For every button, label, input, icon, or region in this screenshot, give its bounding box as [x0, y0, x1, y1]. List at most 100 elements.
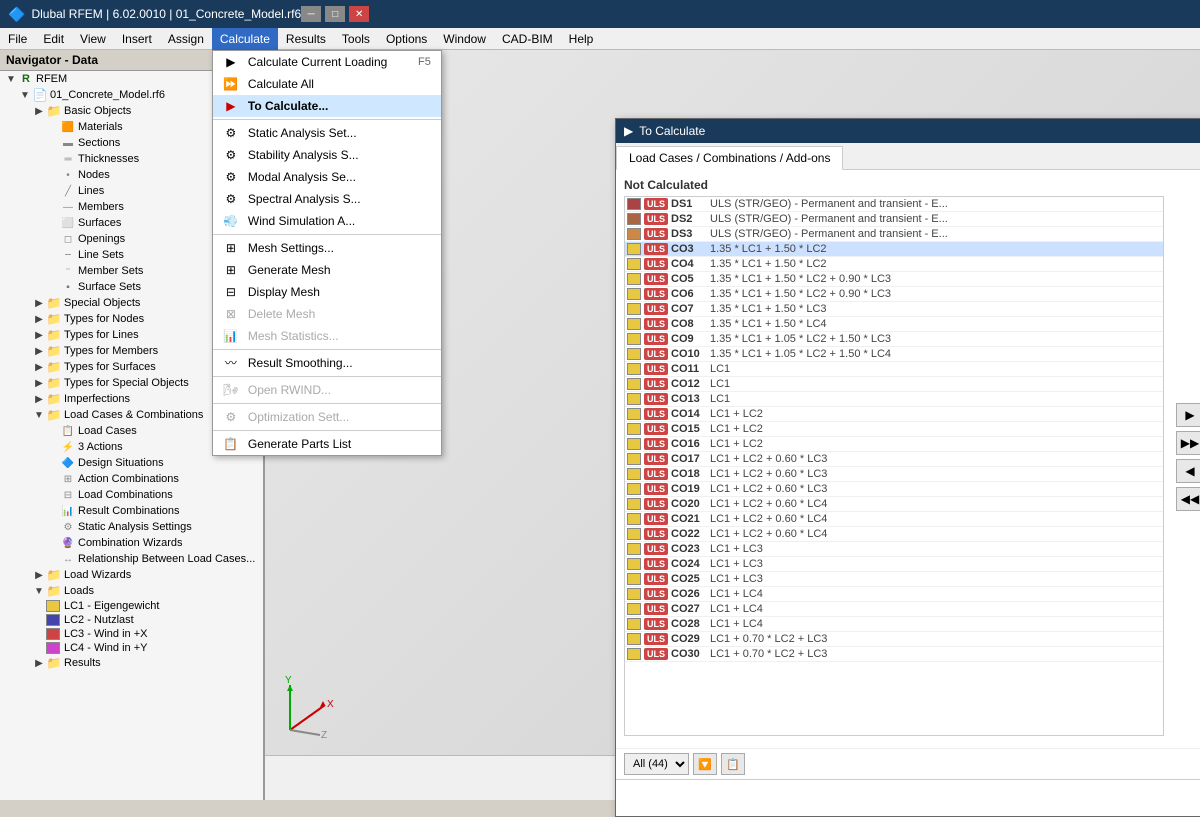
nc-row[interactable]: ULS CO21 LC1 + LC2 + 0.60 * LC4 — [625, 512, 1163, 527]
tree-item-lc2[interactable]: LC2 - Nutzlast — [0, 613, 263, 627]
nc-row[interactable]: ULS DS1 ULS (STR/GEO) - Permanent and tr… — [625, 197, 1163, 212]
menu-results[interactable]: Results — [278, 28, 334, 50]
tree-arrow[interactable]: ▶ — [32, 298, 46, 309]
tree-arrow[interactable]: ▶ — [32, 362, 46, 373]
dd-gen-mesh[interactable]: ⊞ Generate Mesh — [213, 259, 441, 281]
nc-row[interactable]: ULS CO30 LC1 + 0.70 * LC2 + LC3 — [625, 647, 1163, 662]
nc-row[interactable]: ULS CO29 LC1 + 0.70 * LC2 + LC3 — [625, 632, 1163, 647]
menu-window[interactable]: Window — [435, 28, 494, 50]
menu-help[interactable]: Help — [561, 28, 602, 50]
menu-options[interactable]: Options — [378, 28, 435, 50]
dd-del-mesh[interactable]: ⊠ Delete Mesh — [213, 303, 441, 325]
menu-tools[interactable]: Tools — [334, 28, 378, 50]
nc-row[interactable]: ULS CO9 1.35 * LC1 + 1.05 * LC2 + 1.50 *… — [625, 332, 1163, 347]
nc-row[interactable]: ULS CO20 LC1 + LC2 + 0.60 * LC4 — [625, 497, 1163, 512]
nc-row[interactable]: ULS CO23 LC1 + LC3 — [625, 542, 1163, 557]
nc-row[interactable]: ULS CO13 LC1 — [625, 392, 1163, 407]
menu-view[interactable]: View — [72, 28, 114, 50]
transfer-all-right[interactable]: ▶▶ — [1176, 431, 1200, 455]
tree-arrow[interactable]: ▶ — [32, 570, 46, 581]
dd-mesh-stats[interactable]: 📊 Mesh Statistics... — [213, 325, 441, 347]
dd-calc-current[interactable]: ▶ Calculate Current Loading F5 — [213, 51, 441, 73]
tree-item-lc1[interactable]: LC1 - Eigengewicht — [0, 599, 263, 613]
dd-calc-all[interactable]: ⏩ Calculate All — [213, 73, 441, 95]
dd-mesh-settings[interactable]: ⊞ Mesh Settings... — [213, 237, 441, 259]
nc-row[interactable]: ULS CO22 LC1 + LC2 + 0.60 * LC4 — [625, 527, 1163, 542]
nc-row[interactable]: ULS CO15 LC1 + LC2 — [625, 422, 1163, 437]
tree-item-lc4[interactable]: LC4 - Wind in +Y — [0, 641, 263, 655]
maximize-btn[interactable]: □ — [325, 6, 345, 22]
menu-calculate[interactable]: Calculate — [212, 28, 278, 50]
nc-row[interactable]: ULS CO28 LC1 + LC4 — [625, 617, 1163, 632]
dd-wind[interactable]: 💨 Wind Simulation A... — [213, 210, 441, 232]
tree-arrow[interactable]: ▼ — [4, 74, 18, 85]
tree-arrow[interactable]: ▶ — [32, 106, 46, 117]
tree-item-lc3[interactable]: LC3 - Wind in +X — [0, 627, 263, 641]
dd-modal[interactable]: ⚙ Modal Analysis Se... — [213, 166, 441, 188]
tree-item-wizard[interactable]: 🔮 Combination Wizards — [0, 535, 263, 551]
dd-static[interactable]: ⚙ Static Analysis Set... — [213, 122, 441, 144]
dialog-tab-lcc[interactable]: Load Cases / Combinations / Add-ons — [616, 146, 843, 170]
tree-arrow[interactable]: ▼ — [32, 410, 46, 421]
nc-row[interactable]: ULS CO24 LC1 + LC3 — [625, 557, 1163, 572]
filter-dropdown[interactable]: All (44) — [624, 753, 689, 775]
tree-item-results[interactable]: ▶ 📁 Results — [0, 655, 263, 671]
transfer-all-left[interactable]: ◀◀ — [1176, 487, 1200, 511]
tree-arrow[interactable]: ▼ — [32, 586, 46, 597]
nc-row[interactable]: ULS CO12 LC1 — [625, 377, 1163, 392]
nc-row[interactable]: ULS CO6 1.35 * LC1 + 1.50 * LC2 + 0.90 *… — [625, 287, 1163, 302]
tree-arrow[interactable]: ▶ — [32, 378, 46, 389]
tree-arrow[interactable]: ▶ — [32, 330, 46, 341]
nc-row[interactable]: ULS DS2 ULS (STR/GEO) - Permanent and tr… — [625, 212, 1163, 227]
close-btn[interactable]: ✕ — [349, 6, 369, 22]
nc-row[interactable]: ULS DS3 ULS (STR/GEO) - Permanent and tr… — [625, 227, 1163, 242]
nc-row[interactable]: ULS CO8 1.35 * LC1 + 1.50 * LC4 — [625, 317, 1163, 332]
dd-open-rwind[interactable]: 🌬 Open RWIND... — [213, 379, 441, 401]
transfer-one-left[interactable]: ◀ — [1176, 459, 1200, 483]
transfer-one-right[interactable]: ▶ — [1176, 403, 1200, 427]
tree-item-staticsettings[interactable]: ⚙ Static Analysis Settings — [0, 519, 263, 535]
nc-row[interactable]: ULS CO19 LC1 + LC2 + 0.60 * LC3 — [625, 482, 1163, 497]
tree-item-resultcomb[interactable]: 📊 Result Combinations — [0, 503, 263, 519]
dd-parts-list[interactable]: 📋 Generate Parts List — [213, 433, 441, 455]
tree-arrow[interactable]: ▶ — [32, 314, 46, 325]
minimize-btn[interactable]: ─ — [301, 6, 321, 22]
nc-row[interactable]: ULS CO18 LC1 + LC2 + 0.60 * LC3 — [625, 467, 1163, 482]
tree-arrow[interactable]: ▶ — [32, 346, 46, 357]
tree-item-loadwiz[interactable]: ▶ 📁 Load Wizards — [0, 567, 263, 583]
dd-optim[interactable]: ⚙ Optimization Sett... — [213, 406, 441, 428]
filter-btn1[interactable]: 🔽 — [693, 753, 717, 775]
menu-insert[interactable]: Insert — [114, 28, 160, 50]
tree-arrow[interactable]: ▶ — [32, 394, 46, 405]
nc-row[interactable]: ULS CO11 LC1 — [625, 362, 1163, 377]
nc-row[interactable]: ULS CO25 LC1 + LC3 — [625, 572, 1163, 587]
nc-row[interactable]: ULS CO5 1.35 * LC1 + 1.50 * LC2 + 0.90 *… — [625, 272, 1163, 287]
tree-item-loadcomb2[interactable]: ⊟ Load Combinations — [0, 487, 263, 503]
nc-row-name: CO12 — [671, 378, 706, 390]
nc-row[interactable]: ULS CO16 LC1 + LC2 — [625, 437, 1163, 452]
menu-file[interactable]: File — [0, 28, 35, 50]
menu-edit[interactable]: Edit — [35, 28, 72, 50]
menu-assign[interactable]: Assign — [160, 28, 212, 50]
nc-row[interactable]: ULS CO27 LC1 + LC4 — [625, 602, 1163, 617]
nc-row[interactable]: ULS CO4 1.35 * LC1 + 1.50 * LC2 — [625, 257, 1163, 272]
nc-row[interactable]: ULS CO26 LC1 + LC4 — [625, 587, 1163, 602]
dd-result-smooth[interactable]: 〰 Result Smoothing... — [213, 352, 441, 374]
nc-row[interactable]: ULS CO3 1.35 * LC1 + 1.50 * LC2 — [625, 242, 1163, 257]
tree-item-actioncomb[interactable]: ⊞ Action Combinations — [0, 471, 263, 487]
nc-row[interactable]: ULS CO14 LC1 + LC2 — [625, 407, 1163, 422]
tree-item-designsit[interactable]: 🔷 Design Situations — [0, 455, 263, 471]
dd-spectral[interactable]: ⚙ Spectral Analysis S... — [213, 188, 441, 210]
dd-stability[interactable]: ⚙ Stability Analysis S... — [213, 144, 441, 166]
nc-row[interactable]: ULS CO10 1.35 * LC1 + 1.05 * LC2 + 1.50 … — [625, 347, 1163, 362]
menu-cadbim[interactable]: CAD-BIM — [494, 28, 561, 50]
nc-row[interactable]: ULS CO7 1.35 * LC1 + 1.50 * LC3 — [625, 302, 1163, 317]
dd-disp-mesh[interactable]: ⊟ Display Mesh — [213, 281, 441, 303]
nc-row[interactable]: ULS CO17 LC1 + LC2 + 0.60 * LC3 — [625, 452, 1163, 467]
tree-item-relationship[interactable]: ↔ Relationship Between Load Cases... — [0, 551, 263, 567]
dd-to-calculate[interactable]: ▶ To Calculate... — [213, 95, 441, 117]
tree-arrow[interactable]: ▶ — [32, 658, 46, 669]
tree-arrow[interactable]: ▼ — [18, 90, 32, 101]
tree-item-loads[interactable]: ▼ 📁 Loads — [0, 583, 263, 599]
filter-btn2[interactable]: 📋 — [721, 753, 745, 775]
